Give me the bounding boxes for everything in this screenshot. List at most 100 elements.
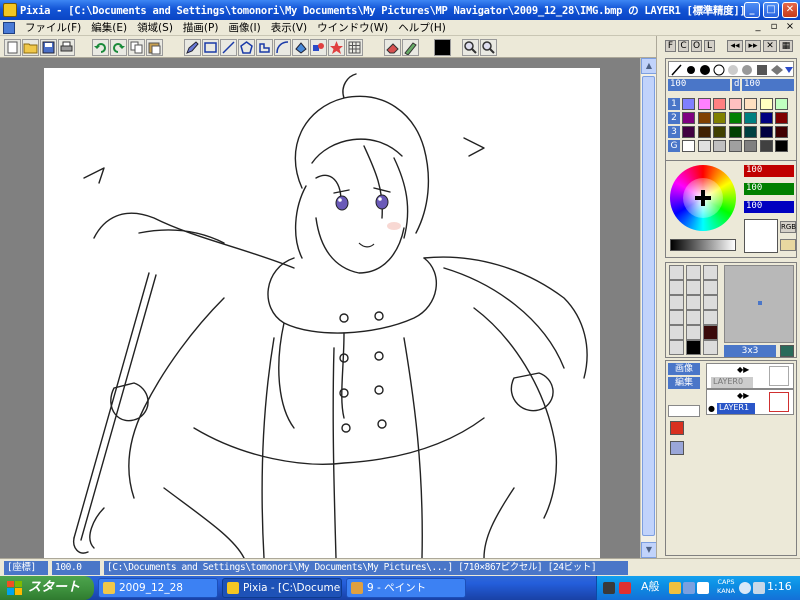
brush-shape-icon[interactable] xyxy=(669,340,684,355)
brush-shape-icon[interactable] xyxy=(669,295,684,310)
palette-swatch[interactable] xyxy=(697,98,711,110)
star-icon[interactable] xyxy=(328,39,345,56)
color-wheel[interactable] xyxy=(670,165,736,231)
brush-shape-row[interactable] xyxy=(668,61,794,77)
ime-indicator[interactable]: A般 xyxy=(641,580,660,594)
zoom-in-icon[interactable] xyxy=(480,39,497,56)
palette-row-label[interactable]: 2 xyxy=(668,112,680,124)
palette-swatch[interactable] xyxy=(713,98,726,110)
brush-shape-icon[interactable] xyxy=(669,280,684,295)
image-mode-button[interactable]: 画像 xyxy=(668,363,700,375)
tab-l[interactable]: L xyxy=(704,40,715,52)
layer-delete-icon[interactable] xyxy=(670,421,684,435)
brightness-slider[interactable] xyxy=(670,239,736,251)
brush-shape-icon[interactable] xyxy=(669,325,684,340)
ime-pad-icon[interactable] xyxy=(669,582,681,594)
palette-swatch[interactable] xyxy=(744,98,757,110)
grid-icon[interactable] xyxy=(346,39,363,56)
airbrush-icon[interactable] xyxy=(402,39,419,56)
line-icon[interactable] xyxy=(220,39,237,56)
menu-image[interactable]: 画像(I) xyxy=(223,21,265,35)
palette-swatch[interactable] xyxy=(775,98,788,110)
palette-swatch[interactable] xyxy=(682,126,695,138)
brush-shape-icon[interactable] xyxy=(669,310,684,325)
start-button[interactable]: スタート xyxy=(0,576,94,600)
scroll-up-arrow[interactable]: ▲ xyxy=(641,58,657,74)
palette-swatch[interactable] xyxy=(682,112,695,124)
chevron-left-icon[interactable] xyxy=(739,582,751,594)
tab-c[interactable]: C xyxy=(678,40,689,52)
red-value[interactable]: 100 xyxy=(744,165,794,177)
task-folder[interactable]: 2009_12_28 xyxy=(98,578,218,598)
palette-swatch[interactable] xyxy=(728,112,742,124)
density-value[interactable]: 100 xyxy=(742,79,794,91)
palette-swatch[interactable] xyxy=(759,140,773,152)
new-file-icon[interactable] xyxy=(4,39,21,56)
brush-shape-icon[interactable] xyxy=(703,340,718,355)
layer-properties-icon[interactable] xyxy=(670,441,684,455)
palette-swatch[interactable] xyxy=(713,126,726,138)
curve-icon[interactable] xyxy=(274,39,291,56)
brush-toggle-icon[interactable] xyxy=(780,345,794,357)
brush-shape-icon[interactable] xyxy=(686,325,701,340)
brush-shape-icon[interactable] xyxy=(686,280,701,295)
palette-row-label[interactable]: 1 xyxy=(668,98,680,110)
minimize-button[interactable]: _ xyxy=(744,2,760,18)
open-folder-icon[interactable] xyxy=(22,39,39,56)
save-icon[interactable] xyxy=(40,39,57,56)
green-value[interactable]: 100 xyxy=(744,183,794,195)
brush-shape-icon[interactable] xyxy=(703,310,718,325)
opacity-value[interactable]: 100 xyxy=(668,79,730,91)
title-bar[interactable]: Pixia - [C:\Documents and Settings\tomon… xyxy=(0,0,800,20)
keyboard-icon[interactable] xyxy=(603,582,615,594)
palette-swatch[interactable] xyxy=(713,140,726,152)
tab-o[interactable]: O xyxy=(691,40,702,52)
panel-grid-button[interactable]: ▦ xyxy=(779,40,793,52)
network-icon[interactable] xyxy=(753,582,765,594)
palette-swatch[interactable] xyxy=(759,112,773,124)
drawing-canvas[interactable] xyxy=(44,68,600,558)
pen-icon[interactable] xyxy=(184,39,201,56)
layer-row-1[interactable]: ◆▶ ● LAYER1 xyxy=(706,389,794,415)
brush-shape-icon[interactable] xyxy=(703,265,718,280)
palette-swatch[interactable] xyxy=(682,140,695,152)
current-color-swatch[interactable] xyxy=(744,219,778,253)
palette-row-label[interactable]: G xyxy=(668,140,680,152)
eraser-icon[interactable] xyxy=(384,39,401,56)
blue-value[interactable]: 100 xyxy=(744,201,794,213)
menu-draw[interactable]: 描画(P) xyxy=(178,21,224,35)
brush-shape-icon[interactable] xyxy=(686,340,701,355)
close-button[interactable]: ✕ xyxy=(782,2,798,18)
brush-shape-icon[interactable] xyxy=(703,280,718,295)
rectangle-icon[interactable] xyxy=(202,39,219,56)
polygon-icon[interactable] xyxy=(238,39,255,56)
collapse-left-button[interactable]: ◂◂ xyxy=(727,40,743,52)
menu-file[interactable]: ファイル(F) xyxy=(20,21,86,35)
palette-swatch[interactable] xyxy=(744,140,757,152)
panel-close-button[interactable]: ✕ xyxy=(763,40,777,52)
palette-swatch[interactable] xyxy=(775,126,788,138)
zoom-out-icon[interactable] xyxy=(462,39,479,56)
brush-shape-icon[interactable] xyxy=(703,325,718,340)
palette-swatch[interactable] xyxy=(713,112,726,124)
lasso-icon[interactable] xyxy=(256,39,273,56)
scroll-down-arrow[interactable]: ▼ xyxy=(641,542,657,558)
color-pick-icon[interactable] xyxy=(780,239,796,251)
copy-icon[interactable] xyxy=(128,39,145,56)
help-icon[interactable] xyxy=(697,582,709,594)
paste-icon[interactable] xyxy=(146,39,163,56)
pixia-app-icon[interactable] xyxy=(3,3,17,17)
scroll-thumb[interactable] xyxy=(642,76,655,536)
palette-swatch[interactable] xyxy=(728,98,742,110)
brush-size-label[interactable]: 3x3 xyxy=(724,345,776,357)
palette-swatch[interactable] xyxy=(728,126,742,138)
task-pixia[interactable]: Pixia - [C:\Document... xyxy=(222,578,342,598)
palette-swatch[interactable] xyxy=(697,126,711,138)
palette-swatch[interactable] xyxy=(682,98,695,110)
document-icon[interactable] xyxy=(3,22,15,34)
mdi-close-button[interactable]: × xyxy=(784,21,796,33)
mdi-restore-button[interactable]: ▫ xyxy=(768,21,780,33)
palette-swatch[interactable] xyxy=(744,112,757,124)
ime-tool-icon[interactable] xyxy=(683,582,695,594)
brush-shape-icon[interactable] xyxy=(686,295,701,310)
